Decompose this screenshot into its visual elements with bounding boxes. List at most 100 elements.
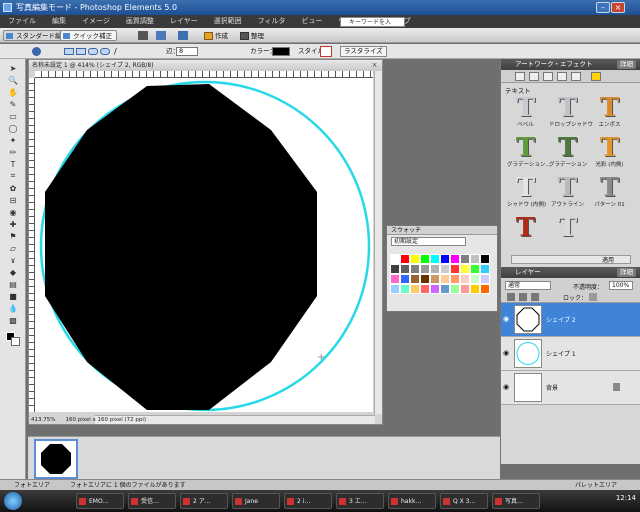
effect-thumbnail[interactable]: T グラデーション...: [507, 135, 551, 173]
effect-thumbnail[interactable]: T 光彩 (内側): [591, 135, 628, 173]
swatch-color[interactable]: [410, 264, 420, 274]
effect-thumbnail[interactable]: T シャドウ (内側): [507, 175, 546, 213]
photo-thumbnail[interactable]: [34, 439, 78, 479]
text-effect-icon[interactable]: [571, 72, 581, 81]
swatch-color[interactable]: [390, 274, 400, 284]
blur-tool-icon[interactable]: 💧: [8, 303, 18, 313]
taskbar-button[interactable]: Q X 3…: [440, 493, 488, 509]
menu-filter[interactable]: フィルタ: [250, 15, 294, 28]
swatch-color[interactable]: [450, 284, 460, 294]
swatch-color[interactable]: [480, 284, 490, 294]
ellipse-shape-icon[interactable]: [88, 48, 98, 55]
swatch-set-select[interactable]: 初期設定: [391, 237, 466, 246]
layers-header[interactable]: レイヤー 詳細: [501, 267, 640, 278]
swatch-color[interactable]: [410, 254, 420, 264]
quick-fix-button[interactable]: クイック補正: [60, 30, 117, 41]
effects-header[interactable]: アートワーク・エフェクト 詳細: [501, 59, 640, 70]
swatch-color[interactable]: [430, 264, 440, 274]
move-tool-icon[interactable]: ➤: [8, 63, 18, 73]
paint-bucket-icon[interactable]: ◆: [8, 267, 18, 277]
effect-thumbnail[interactable]: T: [507, 215, 544, 253]
shape-tool-icon[interactable]: [32, 47, 41, 56]
effect-thumbnail[interactable]: T: [549, 215, 586, 253]
menu-select[interactable]: 選択範囲: [206, 15, 250, 28]
polygon-shape-icon[interactable]: [100, 48, 110, 55]
start-button[interactable]: [4, 492, 22, 510]
menu-file[interactable]: ファイル: [0, 15, 44, 28]
octagon-shape[interactable]: [45, 84, 317, 410]
swatch-color[interactable]: [460, 254, 470, 264]
adjustment-layer-icon[interactable]: [519, 293, 527, 301]
cookie-cutter-icon[interactable]: ✿: [8, 183, 18, 193]
brush-icon[interactable]: ɤ: [8, 255, 18, 265]
taskbar-button[interactable]: EMO…: [76, 493, 124, 509]
swatch-color[interactable]: [420, 284, 430, 294]
swatch-color[interactable]: [440, 254, 450, 264]
taskbar-button[interactable]: hakk…: [388, 493, 436, 509]
color-swatch[interactable]: [272, 47, 290, 56]
sponge-icon[interactable]: ▩: [8, 315, 18, 325]
close-document-button[interactable]: ×: [370, 61, 379, 70]
swatch-color[interactable]: [400, 274, 410, 284]
effect-thumbnail[interactable]: T ベベル: [507, 95, 544, 133]
file-icon[interactable]: [156, 31, 166, 40]
effect-thumbnail[interactable]: T アウトライン: [549, 175, 586, 213]
visibility-icon[interactable]: ◉: [503, 315, 511, 323]
magic-wand-icon[interactable]: ✦: [8, 135, 18, 145]
swatch-color[interactable]: [460, 284, 470, 294]
swatch-color[interactable]: [470, 284, 480, 294]
type-tool-icon[interactable]: T: [8, 159, 18, 169]
background-color[interactable]: [11, 337, 20, 346]
layer-shape-1[interactable]: ◉ シェイプ 1: [501, 337, 640, 371]
visibility-icon[interactable]: ◉: [503, 383, 511, 391]
print-icon[interactable]: [138, 31, 148, 40]
swatch-color[interactable]: [390, 264, 400, 274]
swatch-color[interactable]: [480, 264, 490, 274]
new-layer-icon[interactable]: [507, 293, 515, 301]
swatch-color[interactable]: [430, 274, 440, 284]
swatch-color[interactable]: [440, 284, 450, 294]
swatch-color[interactable]: [420, 274, 430, 284]
create-button[interactable]: 作成: [204, 31, 228, 41]
search-input[interactable]: キーワードを入力: [340, 17, 405, 36]
eyedropper-icon[interactable]: ✎: [8, 99, 18, 109]
swatch-color[interactable]: [430, 284, 440, 294]
sides-input[interactable]: 8: [176, 47, 198, 56]
swatch-color[interactable]: [480, 274, 490, 284]
swatch-color[interactable]: [400, 284, 410, 294]
hand-tool-icon[interactable]: ✋: [8, 87, 18, 97]
crop-tool-icon[interactable]: ⌗: [8, 171, 18, 181]
minimize-button[interactable]: –: [596, 2, 610, 13]
swatch-color[interactable]: [450, 254, 460, 264]
marquee-icon[interactable]: ▭: [8, 111, 18, 121]
swatch-color[interactable]: [450, 274, 460, 284]
swatch-color[interactable]: [410, 284, 420, 294]
layers-more-button[interactable]: 詳細: [617, 268, 636, 277]
favorite-icon[interactable]: [591, 72, 601, 81]
canvas[interactable]: +: [35, 78, 373, 412]
zoom-level[interactable]: 413.75%: [31, 417, 55, 423]
swatch-color[interactable]: [470, 254, 480, 264]
apply-button[interactable]: 適用: [511, 255, 631, 264]
share-icon[interactable]: [178, 31, 188, 40]
artwork-icon[interactable]: [515, 72, 525, 81]
red-eye-icon[interactable]: ◉: [8, 207, 18, 217]
opacity-input[interactable]: 100%: [609, 281, 633, 290]
effect-thumbnail[interactable]: T グラデーション: [549, 135, 587, 173]
vertical-scrollbar[interactable]: [374, 71, 382, 414]
effect-thumbnail[interactable]: T ドロップシャドウ: [549, 95, 593, 133]
theme-icon[interactable]: [529, 72, 539, 81]
visibility-icon[interactable]: ◉: [503, 349, 511, 357]
swatch-color[interactable]: [460, 264, 470, 274]
taskbar-button[interactable]: 2 ア…: [180, 493, 228, 509]
swatch-color[interactable]: [420, 264, 430, 274]
swatch-color[interactable]: [460, 274, 470, 284]
layer-style-icon[interactable]: [557, 72, 567, 81]
lock-icon[interactable]: [589, 293, 597, 301]
selection-brush-icon[interactable]: ✏: [8, 147, 18, 157]
delete-layer-icon[interactable]: [531, 293, 539, 301]
swatch-color[interactable]: [390, 254, 400, 264]
close-button[interactable]: ×: [611, 2, 625, 13]
menu-image[interactable]: イメージ: [74, 15, 118, 28]
blend-mode-select[interactable]: 通常: [505, 281, 551, 290]
